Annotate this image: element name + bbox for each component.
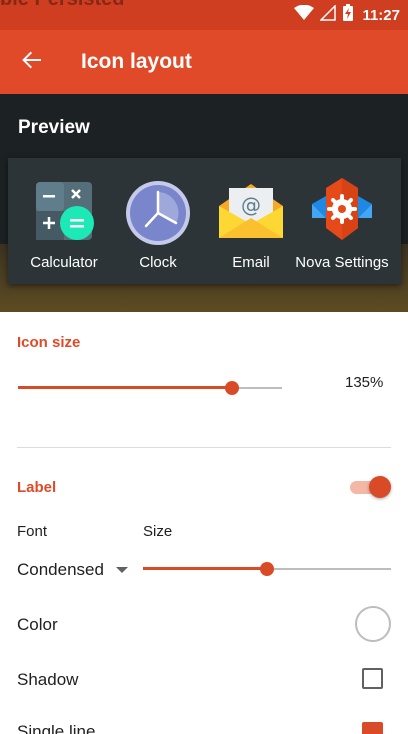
dock-item-email: @ Email (203, 178, 299, 271)
status-bar: ble Persisted 11:27 (0, 0, 408, 30)
icon-size-value: 135% (345, 374, 384, 391)
single-line-checkbox[interactable] (362, 722, 383, 734)
icon-size-slider[interactable] (18, 378, 282, 398)
shadow-label: Shadow (17, 670, 79, 689)
signal-icon (319, 3, 337, 26)
label-size-slider[interactable] (143, 559, 391, 579)
dock-item-nova-settings: Nova Settings (294, 178, 390, 271)
slider-thumb[interactable] (224, 381, 239, 395)
dropdown-arrow-icon (115, 567, 128, 573)
slider-fill (143, 567, 267, 570)
dock-item-clock: Clock (110, 178, 206, 271)
dock-item-calculator: Calculator (16, 178, 112, 271)
preview-title: Preview (18, 117, 90, 138)
arrow-back-icon (21, 49, 43, 76)
size-label: Size (143, 523, 173, 540)
slider-thumb[interactable] (260, 562, 274, 576)
battery-charging-icon (342, 3, 354, 27)
slider-fill (18, 386, 232, 389)
wifi-icon (294, 4, 315, 26)
clock-icon (124, 178, 192, 246)
settings-panel: Icon size 135% Label Font Size Condensed… (0, 312, 408, 734)
app-bar: Icon layout (0, 30, 408, 94)
dock-label-nova-settings: Nova Settings (295, 254, 389, 271)
email-icon: @ (217, 178, 285, 246)
page-title: Icon layout (81, 50, 192, 73)
dock-label-calculator: Calculator (30, 254, 98, 271)
shadow-checkbox[interactable] (362, 668, 383, 689)
color-label: Color (17, 615, 58, 634)
toggle-thumb (369, 476, 391, 498)
calculator-icon (30, 178, 98, 246)
dock-label-email: Email (232, 254, 270, 271)
status-icons: 11:27 (294, 3, 400, 27)
section-divider (17, 447, 391, 448)
single-line-label: Single line (17, 722, 96, 734)
label-toggle[interactable] (348, 475, 392, 499)
nova-settings-icon (308, 178, 376, 246)
dock-label-clock: Clock (139, 254, 177, 271)
icon-size-header: Icon size (17, 334, 81, 351)
preview-dock: Calculator Clock @ Email Nova Settings (8, 158, 401, 284)
svg-text:@: @ (241, 193, 261, 217)
label-header: Label (17, 479, 57, 496)
status-ghost-text: ble Persisted (0, 0, 125, 11)
status-time: 11:27 (362, 6, 400, 24)
back-button[interactable] (12, 42, 52, 82)
preview-panel: Preview Calculator Clock @ Email Nova Se… (0, 94, 408, 312)
color-picker-button[interactable] (355, 606, 391, 642)
font-dropdown-value: Condensed (17, 560, 104, 579)
font-label: Font (17, 523, 48, 540)
font-dropdown[interactable]: Condensed (17, 558, 128, 582)
